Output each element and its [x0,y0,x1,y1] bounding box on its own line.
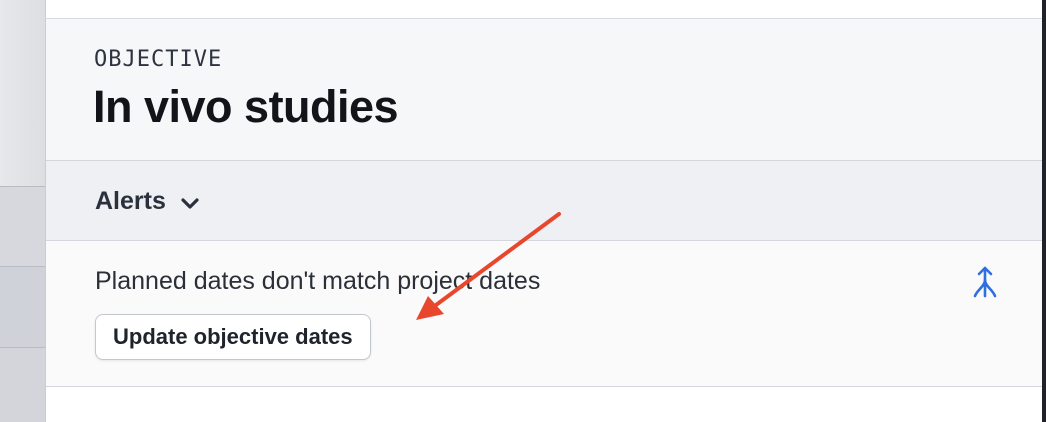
chevron-down-icon [180,192,200,212]
objective-header: OBJECTIVE In vivo studies [46,19,1042,161]
alert-item: Planned dates don't match project dates … [46,241,1042,387]
panel-top-strip [46,0,1042,19]
update-objective-dates-button[interactable]: Update objective dates [95,314,371,360]
left-panel-segment [0,0,45,186]
alerts-section-header: Alerts [46,161,1042,241]
page-title: In vivo studies [93,81,399,132]
left-panel-segment [0,187,45,266]
app-root: OBJECTIVE In vivo studies Alerts Planned… [0,0,1046,422]
objective-eyebrow: OBJECTIVE [94,47,223,72]
left-panel-segment [0,348,45,422]
alerts-toggle[interactable]: Alerts [95,187,200,216]
left-background-panel [0,0,45,422]
window-edge [1042,0,1046,422]
left-panel-segment [0,267,45,347]
panel-bottom-area [46,387,1042,422]
alerts-label: Alerts [95,187,166,215]
merge-icon[interactable] [971,266,999,298]
objective-detail-panel: OBJECTIVE In vivo studies Alerts Planned… [45,0,1042,422]
alert-message: Planned dates don't match project dates [95,267,541,295]
